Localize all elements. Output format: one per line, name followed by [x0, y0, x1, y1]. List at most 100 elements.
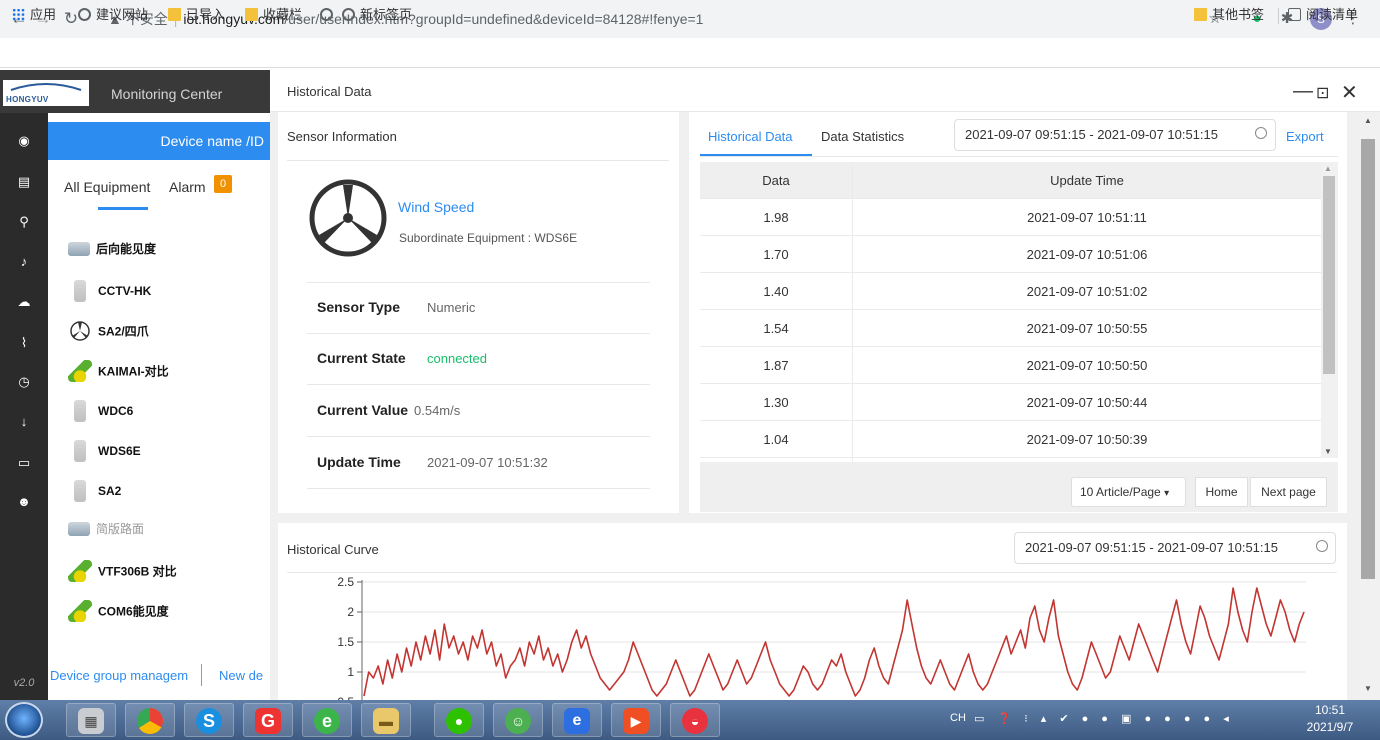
divider [307, 333, 650, 334]
globe-icon[interactable] [320, 7, 338, 23]
taskbar-media[interactable]: ▶ [611, 703, 661, 737]
bookmark-apps[interactable]: 应用 [12, 7, 56, 23]
clock-icon[interactable]: ◷ [0, 372, 48, 392]
divider [700, 156, 1338, 157]
tray-icons[interactable]: ▭ ❓ ⁝ ▴ ✔ ● ● ▣ ● ● ● ● ◂ [974, 712, 1234, 728]
bell-icon[interactable]: ♪ [0, 252, 48, 272]
user-icon[interactable]: ☻ [0, 492, 48, 512]
bookmark-item[interactable]: 新标签页 [342, 7, 412, 23]
taskbar-game[interactable]: ☺ [493, 703, 543, 737]
scroll-down-arrow-icon[interactable]: ▼ [1324, 447, 1332, 456]
icon-rail [0, 113, 48, 700]
device-group-manage-link[interactable]: Device group managem [50, 668, 188, 683]
history-line-chart: 2.521.510.5 [337, 575, 1306, 700]
app-title: Monitoring Center [111, 86, 223, 102]
device-search-input[interactable]: Device name /ID [48, 122, 270, 160]
search-icon[interactable] [1316, 540, 1328, 552]
home-button[interactable]: Home [1195, 477, 1248, 507]
table-row: 1.70 2021-09-07 10:51:06 [700, 236, 1321, 273]
next-page-button[interactable]: Next page [1250, 477, 1327, 507]
tab-all-equipment[interactable]: All Equipment [64, 179, 150, 195]
bookmark-item[interactable]: 建议网站 [78, 7, 148, 23]
device-name: WDS6E [98, 444, 141, 458]
update-time-cell: 2021-09-07 10:50:44 [1026, 395, 1148, 410]
device-list-item[interactable]: COM6能见度 [68, 600, 268, 628]
globe-icon [342, 8, 355, 21]
cloud-icon[interactable]: ☁ [0, 292, 48, 312]
table-scrollbar-thumb[interactable] [1323, 176, 1335, 374]
data-cell: 1.04 [700, 421, 853, 458]
taskbar-wechat[interactable]: ● [434, 703, 484, 737]
taskbar-ie[interactable]: e [302, 703, 352, 737]
taskbar-supplier[interactable]: e [552, 703, 602, 737]
divider [307, 488, 650, 489]
start-button[interactable] [5, 702, 43, 738]
tray-language[interactable]: CH [950, 712, 966, 728]
plant-icon [68, 360, 92, 382]
taskbar-explorer[interactable]: ▬ [361, 703, 411, 737]
data-cell: 1.98 [700, 199, 853, 236]
monitor-icon[interactable]: ▤ [0, 172, 48, 192]
divider [307, 384, 650, 385]
logo-text: HONGYUV [6, 95, 49, 104]
info-label: Sensor Type [317, 299, 400, 315]
scroll-up-arrow-icon[interactable]: ▲ [1324, 164, 1332, 173]
modal-header [270, 70, 1380, 112]
info-value: 2021-09-07 10:51:32 [427, 455, 548, 470]
maximize-icon[interactable]: ⊡ [1316, 83, 1329, 103]
subordinate-equipment: Subordinate Equipment : WDS6E [399, 231, 578, 245]
info-value: connected [427, 351, 487, 366]
download-icon[interactable]: ↓ [0, 412, 48, 432]
scroll-up-arrow-icon[interactable]: ▲ [1364, 116, 1372, 125]
device-list-item[interactable]: KAIMAI-对比 [68, 360, 268, 388]
globe-icon [78, 8, 91, 21]
page-scrollbar-thumb[interactable] [1361, 139, 1375, 579]
new-device-link[interactable]: New de [219, 668, 270, 683]
device-list-item[interactable]: 后向能见度 [68, 240, 268, 268]
table-row: 1.98 2021-09-07 10:51:11 [700, 199, 1321, 236]
device-list-item[interactable]: WDC6 [68, 400, 268, 428]
device-name: COM6能见度 [98, 604, 169, 619]
taskbar-app-circle[interactable]: ◒ [670, 703, 720, 737]
device-list-item[interactable]: SA2/四爪 [68, 320, 268, 348]
export-link[interactable]: Export [1286, 129, 1324, 144]
date-range-input[interactable]: 2021-09-07 09:51:15 - 2021-09-07 10:51:1… [954, 119, 1276, 151]
taskbar-clock[interactable]: 10:51 2021/9/7 [1290, 702, 1370, 736]
bookmark-other[interactable]: 其他书签 [1194, 7, 1264, 23]
update-time-cell: 2021-09-07 10:50:50 [1026, 358, 1148, 373]
taskbar-calculator[interactable]: ▦ [66, 703, 116, 737]
chart-line-icon[interactable]: ⌇ [0, 333, 48, 353]
bookmark-divider [1278, 8, 1279, 24]
bookmarks-bar [0, 38, 1380, 68]
scroll-down-arrow-icon[interactable]: ▼ [1364, 684, 1372, 693]
tab-data-statistics[interactable]: Data Statistics [821, 129, 904, 144]
device-name: WDC6 [98, 404, 134, 418]
reading-list[interactable]: 阅读清单 [1288, 7, 1358, 23]
device-name: SA2 [98, 484, 122, 498]
taskbar-skype[interactable]: S [184, 703, 234, 737]
search-icon[interactable] [1255, 127, 1267, 139]
minimize-icon[interactable]: — [1293, 80, 1313, 103]
device-list-item[interactable]: VTF306B 对比 [68, 560, 268, 588]
close-icon[interactable]: ✕ [1341, 80, 1358, 105]
location-pin-icon[interactable]: ⚲ [0, 212, 48, 232]
sensor-icon [74, 440, 86, 462]
taskbar-chrome[interactable] [125, 703, 175, 737]
device-list-item[interactable]: SA2 [68, 480, 268, 508]
device-list-item[interactable]: 简版路面 [68, 520, 268, 548]
taskbar-app-g[interactable]: G [243, 703, 293, 737]
tab-historical-data[interactable]: Historical Data [708, 129, 793, 144]
card-icon[interactable]: ▭ [0, 453, 48, 473]
target-icon[interactable]: ◉ [0, 131, 48, 151]
sensor-card-title: Sensor Information [287, 129, 397, 144]
bookmark-item[interactable]: 收藏栏 [245, 7, 302, 23]
sensor-icon [74, 480, 86, 502]
device-list-item[interactable]: CCTV-HK [68, 280, 268, 308]
bookmark-item[interactable]: 已导入 [168, 7, 225, 23]
clock-date: 2021/9/7 [1306, 720, 1354, 734]
page-size-select[interactable]: 10 Article/Page ▾ [1071, 477, 1186, 507]
device-list-item[interactable]: WDS6E [68, 440, 268, 468]
curve-date-range-input[interactable]: 2021-09-07 09:51:15 - 2021-09-07 10:51:1… [1014, 532, 1336, 564]
apps-grid-icon [12, 8, 25, 21]
tab-alarm[interactable]: Alarm [169, 179, 206, 195]
